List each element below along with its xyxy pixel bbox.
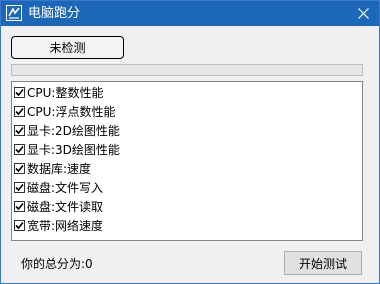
checkbox[interactable]: [14, 143, 25, 155]
status-button[interactable]: 未检测: [11, 36, 124, 59]
check-icon: [15, 145, 24, 153]
test-item-label: 显卡:3D绘图性能: [27, 142, 120, 157]
progress-bar: [11, 64, 363, 76]
title-bar[interactable]: 电脑跑分: [1, 1, 379, 26]
app-logo-icon: [6, 5, 22, 21]
benchmark-window: 电脑跑分 未检测 CPU:整数性能 CPU:浮点数性能 显卡:2D绘图性能 显卡…: [0, 0, 380, 284]
test-item-label: 磁盘:文件读取: [27, 199, 104, 214]
test-item-label: 宽带:网络速度: [27, 218, 104, 233]
window-title: 电脑跑分: [28, 6, 81, 21]
close-icon: [357, 8, 369, 19]
test-item-disk-write[interactable]: 磁盘:文件写入: [14, 178, 103, 196]
check-icon: [15, 221, 24, 229]
test-item-network-speed[interactable]: 宽带:网络速度: [14, 216, 103, 234]
test-item-gpu-2d[interactable]: 显卡:2D绘图性能: [14, 121, 120, 139]
check-icon: [15, 164, 24, 172]
test-item-cpu-float[interactable]: CPU:浮点数性能: [14, 102, 115, 120]
check-icon: [15, 107, 24, 115]
test-item-label: 数据库:速度: [27, 161, 92, 176]
start-test-button[interactable]: 开始测试: [284, 251, 362, 275]
total-score-label: 你的总分为:0: [21, 257, 93, 271]
close-button[interactable]: [349, 2, 377, 25]
check-icon: [15, 202, 24, 210]
check-icon: [15, 183, 24, 191]
checkbox[interactable]: [14, 86, 25, 98]
checkbox[interactable]: [14, 181, 25, 193]
test-list[interactable]: CPU:整数性能 CPU:浮点数性能 显卡:2D绘图性能 显卡:3D绘图性能 数…: [11, 81, 363, 241]
test-item-label: CPU:浮点数性能: [27, 104, 116, 119]
checkbox[interactable]: [14, 200, 25, 212]
checkbox[interactable]: [14, 219, 25, 231]
checkbox[interactable]: [14, 162, 25, 174]
check-icon: [15, 126, 24, 134]
test-item-cpu-integer[interactable]: CPU:整数性能: [14, 83, 103, 101]
checkbox[interactable]: [14, 105, 25, 117]
test-item-gpu-3d[interactable]: 显卡:3D绘图性能: [14, 140, 120, 158]
test-item-disk-read[interactable]: 磁盘:文件读取: [14, 197, 103, 215]
test-item-database-speed[interactable]: 数据库:速度: [14, 159, 91, 177]
test-item-label: CPU:整数性能: [27, 85, 104, 100]
test-item-label: 显卡:2D绘图性能: [27, 123, 120, 138]
checkbox[interactable]: [14, 124, 25, 136]
test-item-label: 磁盘:文件写入: [27, 180, 104, 195]
check-icon: [15, 88, 24, 96]
